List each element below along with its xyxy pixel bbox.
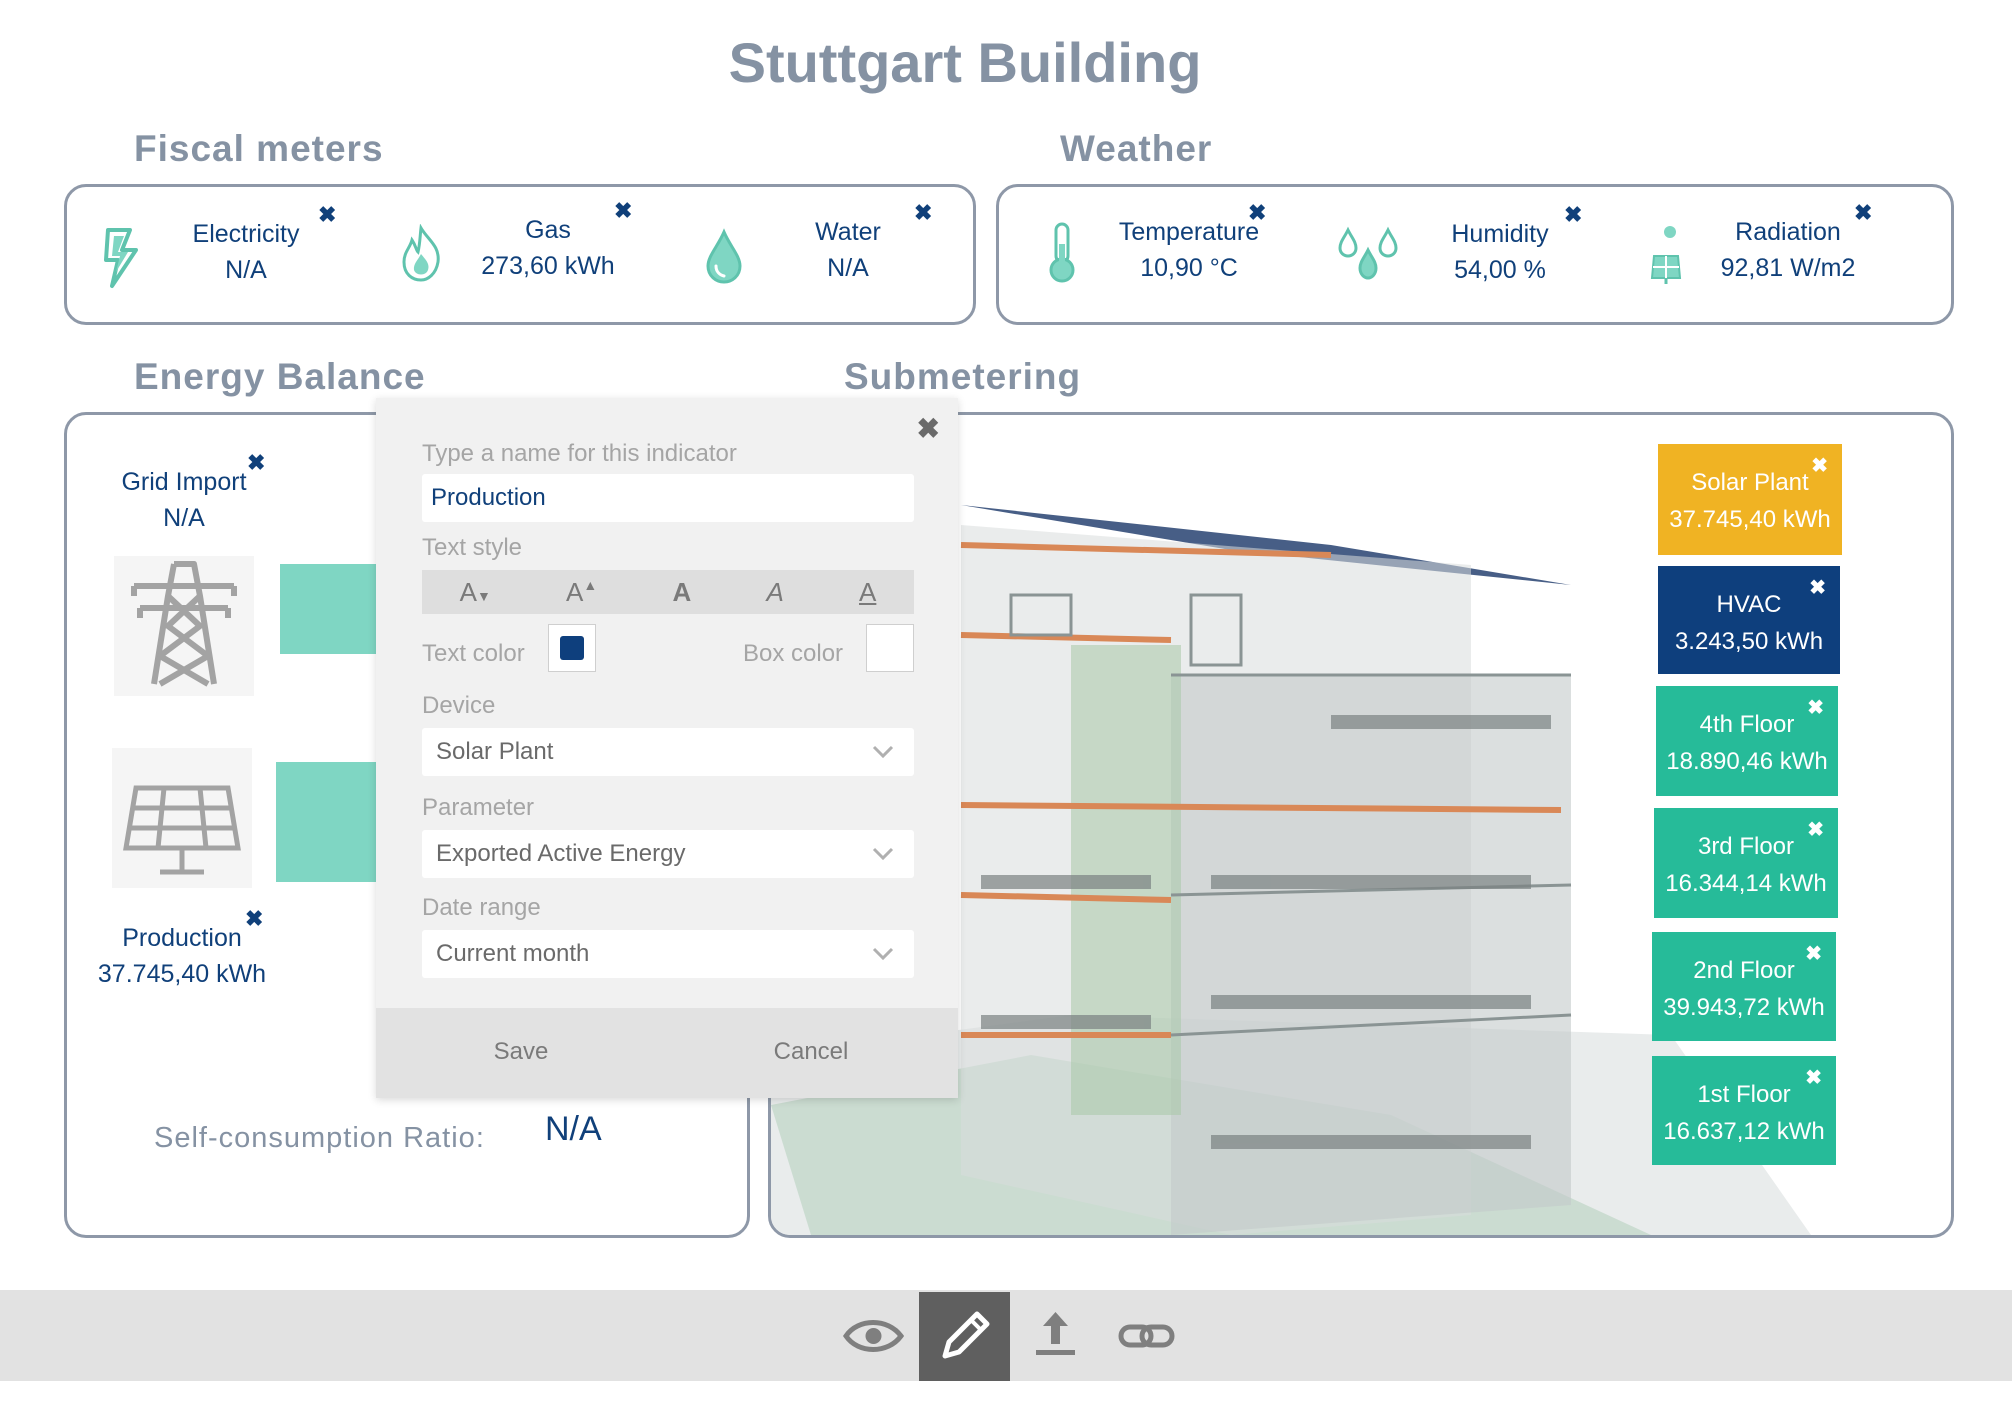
name-input[interactable]: Production bbox=[422, 474, 914, 522]
chevron-down-icon bbox=[872, 745, 894, 759]
box-color-picker[interactable] bbox=[866, 624, 914, 672]
section-title-fiscal-meters: Fiscal meters bbox=[134, 128, 384, 169]
name-field-label: Type a name for this indicator bbox=[422, 440, 737, 467]
page-title: Stuttgart Building bbox=[728, 31, 1202, 94]
link-icon[interactable] bbox=[1101, 1292, 1192, 1381]
remove-temperature-icon[interactable]: ✖ bbox=[1248, 200, 1266, 226]
section-title-weather: Weather bbox=[1060, 128, 1213, 169]
submeter-value: 39.943,72 kWh bbox=[1663, 994, 1825, 1021]
remove-submeter-icon[interactable]: ✖ bbox=[1807, 812, 1824, 849]
parameter-select[interactable]: Exported Active Energy bbox=[422, 830, 914, 878]
close-icon[interactable]: ✖ bbox=[917, 412, 940, 445]
device-select[interactable]: Solar Plant bbox=[422, 728, 914, 776]
submeter-value: 16.637,12 kWh bbox=[1663, 1118, 1825, 1145]
upload-icon[interactable] bbox=[1010, 1292, 1101, 1381]
text-style-label: Text style bbox=[422, 534, 523, 561]
production-value: 37.745,40 kWh bbox=[97, 960, 267, 988]
view-eye-icon[interactable] bbox=[828, 1292, 919, 1381]
section-title-submetering: Submetering bbox=[844, 356, 1082, 397]
parameter-select-value: Exported Active Energy bbox=[436, 840, 686, 867]
chevron-down-icon bbox=[872, 947, 894, 961]
self-consumption-value: N/A bbox=[545, 1110, 602, 1148]
device-label: Device bbox=[422, 692, 496, 719]
self-consumption-label: Self-consumption Ratio: bbox=[154, 1122, 485, 1154]
text-style-toolbar: A▼ A▲ A A A bbox=[422, 570, 914, 614]
submeter-card-solar-plant[interactable]: ✖ Solar Plant 37.745,40 kWh bbox=[1658, 444, 1842, 555]
production-flow-block bbox=[276, 762, 378, 882]
remove-water-icon[interactable]: ✖ bbox=[914, 200, 932, 226]
weather-temperature-value: 10,90 °C bbox=[1140, 254, 1238, 282]
power-tower-icon bbox=[114, 556, 254, 701]
remove-submeter-icon[interactable]: ✖ bbox=[1805, 1060, 1822, 1097]
submeter-value: 3.243,50 kWh bbox=[1674, 628, 1824, 655]
save-button[interactable]: Save bbox=[436, 1038, 606, 1066]
italic-icon[interactable]: A bbox=[766, 577, 783, 608]
date-range-select[interactable]: Current month bbox=[422, 930, 914, 978]
remove-submeter-icon[interactable]: ✖ bbox=[1811, 448, 1828, 485]
remove-radiation-icon[interactable]: ✖ bbox=[1854, 200, 1872, 226]
cancel-button[interactable]: Cancel bbox=[726, 1038, 896, 1066]
solar-panel-icon bbox=[112, 748, 252, 893]
remove-humidity-icon[interactable]: ✖ bbox=[1564, 202, 1582, 228]
parameter-label: Parameter bbox=[422, 794, 535, 821]
meter-water-value: N/A bbox=[827, 254, 869, 282]
remove-grid-import-icon[interactable]: ✖ bbox=[247, 450, 265, 476]
date-range-label: Date range bbox=[422, 894, 541, 921]
submeter-card-1st-floor[interactable]: ✖ 1st Floor 16.637,12 kWh bbox=[1652, 1056, 1836, 1165]
weather-radiation-value: 92,81 W/m2 bbox=[1720, 254, 1856, 282]
remove-submeter-icon[interactable]: ✖ bbox=[1809, 570, 1826, 607]
weather-temperature-label: Temperature bbox=[1118, 218, 1260, 246]
remove-submeter-icon[interactable]: ✖ bbox=[1805, 936, 1822, 973]
submeter-card-hvac[interactable]: ✖ HVAC 3.243,50 kWh bbox=[1658, 566, 1840, 674]
grid-import-value: N/A bbox=[163, 504, 205, 532]
submeter-value: 16.344,14 kWh bbox=[1665, 870, 1827, 897]
grid-import-flow-block bbox=[280, 564, 378, 654]
meter-gas-value: 273,60 kWh bbox=[481, 252, 615, 280]
submeter-card-2nd-floor[interactable]: ✖ 2nd Floor 39.943,72 kWh bbox=[1652, 932, 1836, 1041]
text-color-swatch bbox=[560, 636, 584, 660]
device-select-value: Solar Plant bbox=[436, 738, 554, 765]
remove-electricity-icon[interactable]: ✖ bbox=[318, 202, 336, 228]
bold-icon[interactable]: A bbox=[672, 577, 691, 608]
remove-submeter-icon[interactable]: ✖ bbox=[1807, 690, 1824, 727]
text-color-label: Text color bbox=[422, 640, 525, 667]
weather-temperature[interactable]: Temperature 10,90 °C bbox=[1074, 214, 1304, 286]
chevron-down-icon bbox=[872, 847, 894, 861]
submeter-value: 37.745,40 kWh bbox=[1669, 506, 1831, 533]
underline-icon[interactable]: A bbox=[859, 577, 876, 608]
remove-production-icon[interactable]: ✖ bbox=[245, 906, 263, 932]
submeter-card-4th-floor[interactable]: ✖ 4th Floor 18.890,46 kWh bbox=[1656, 686, 1838, 796]
edit-indicator-dialog: ✖ Type a name for this indicator Product… bbox=[376, 398, 958, 1098]
name-input-value: Production bbox=[431, 484, 546, 511]
date-range-select-value: Current month bbox=[436, 940, 590, 967]
section-title-energy-balance: Energy Balance bbox=[134, 356, 426, 397]
edit-pencil-icon[interactable] bbox=[919, 1292, 1010, 1381]
dialog-footer: Save Cancel bbox=[376, 1008, 958, 1098]
meter-electricity-value: N/A bbox=[225, 256, 267, 284]
remove-gas-icon[interactable]: ✖ bbox=[614, 198, 632, 224]
text-color-picker[interactable] bbox=[548, 624, 596, 672]
decrease-font-size-icon[interactable]: A▼ bbox=[460, 577, 491, 608]
submeter-value: 18.890,46 kWh bbox=[1666, 748, 1828, 775]
box-color-label: Box color bbox=[743, 640, 844, 667]
increase-font-size-icon[interactable]: A▲ bbox=[566, 577, 597, 608]
submeter-card-3rd-floor[interactable]: ✖ 3rd Floor 16.344,14 kWh bbox=[1654, 808, 1838, 918]
weather-humidity-value: 54,00 % bbox=[1454, 256, 1546, 284]
